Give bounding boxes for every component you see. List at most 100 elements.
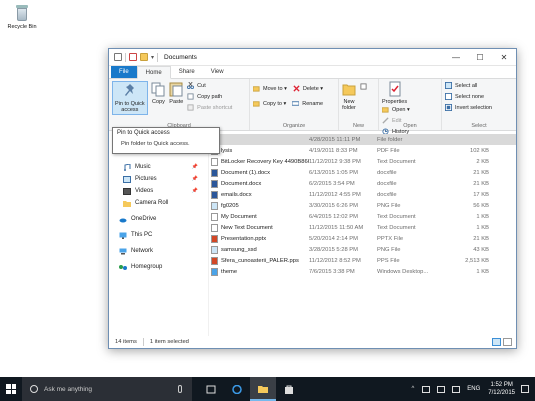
edge-button[interactable] (224, 377, 250, 401)
paste-shortcut-button[interactable]: Paste shortcut (187, 103, 232, 112)
file-row[interactable]: Presentation.pptx 5/20/2014 2:14 PM PPTX F… (209, 233, 516, 244)
rename-button[interactable]: Rename (292, 99, 323, 108)
nav-item-this-pc[interactable]: This PC (109, 229, 208, 241)
file-row[interactable]: theme 7/6/2015 3:38 PM Windows Desktop... 1… (209, 266, 516, 277)
file-name: Presentation.pptx (221, 235, 267, 242)
file-size: 2 KB (476, 158, 489, 165)
nav-item-pictures[interactable]: Pictures 📌 (109, 173, 208, 185)
start-button[interactable] (0, 377, 22, 401)
file-row[interactable]: New Text Document 11/12/2015 11:50 AM Text… (209, 222, 516, 233)
file-date: 7/6/2015 3:38 PM (309, 268, 355, 275)
file-row[interactable]: Document (1).docx 6/13/2015 1:05 PM docxfi… (209, 167, 516, 178)
nav-item-videos[interactable]: Videos 📌 (109, 185, 208, 197)
file-type: PPS File (377, 257, 400, 264)
file-name-cell: New Text Document (209, 223, 309, 232)
network-tray-icon[interactable] (437, 385, 446, 393)
file-name-cell: fg0205 (209, 201, 309, 210)
recycle-bin-label: Recycle Bin (7, 24, 37, 30)
delete-button[interactable]: Delete ▾ (293, 84, 323, 93)
tab-share[interactable]: Share (171, 66, 203, 78)
select-none-button[interactable]: Select none (445, 92, 492, 101)
paste-button[interactable]: Paste (169, 81, 183, 105)
file-type-icon (211, 212, 218, 221)
nav-item-camera-roll[interactable]: Camera Roll (109, 197, 208, 209)
cut-button[interactable]: Cut (187, 81, 232, 90)
new-item-icon[interactable] (360, 83, 367, 90)
homegroup-icon (119, 264, 127, 270)
close-button[interactable]: ✕ (492, 49, 516, 65)
file-row[interactable]: lysis 4/19/2011 8:33 PM PDF File 102 KB (209, 145, 516, 156)
details-view-icon[interactable] (492, 338, 501, 346)
tab-home[interactable]: Home (136, 66, 171, 79)
action-center-icon[interactable] (521, 385, 529, 393)
show-hidden-icons-icon[interactable]: ^ (411, 386, 414, 392)
recycle-bin-desktop-icon[interactable]: Recycle Bin (4, 4, 40, 30)
file-row[interactable]: 4/28/2015 11:11 PM File folder (209, 134, 516, 145)
clipboard-group: Pin to Quick access Copy Paste Cut Copy … (109, 79, 250, 130)
invert-selection-icon (445, 104, 452, 111)
scissors-icon (187, 82, 195, 89)
select-all-button[interactable]: Select all (445, 81, 492, 90)
tab-view[interactable]: View (203, 66, 232, 78)
copy-to-button[interactable]: Copy to ▾ (253, 99, 286, 108)
clock-time: 1:52 PM (490, 382, 513, 388)
volume-icon[interactable] (452, 385, 461, 393)
file-name: samsung_ssd (221, 246, 257, 253)
nav-item-homegroup[interactable]: Homegroup (109, 261, 208, 273)
file-date: 6/13/2015 1:05 PM (309, 169, 358, 176)
move-to-button[interactable]: Move to ▾ (253, 84, 287, 93)
file-type-icon (211, 179, 218, 188)
new-folder-qat-icon[interactable] (140, 53, 148, 61)
open-button[interactable]: Open ▾ (382, 105, 410, 114)
task-view-button[interactable] (198, 377, 224, 401)
file-row[interactable]: BitLocker Recovery Key 4490B866-1D42-4..… (209, 156, 516, 167)
file-name: Document.docx (221, 180, 262, 187)
status-bar: 14 items 1 item selected (109, 336, 516, 348)
paste-icon (169, 82, 183, 97)
store-button[interactable] (276, 377, 302, 401)
copy-button[interactable]: Copy (151, 81, 165, 105)
microphone-icon[interactable] (178, 385, 182, 393)
large-icons-view-icon[interactable] (503, 338, 512, 346)
file-type: docxfile (377, 191, 397, 198)
pinned-icon: 📌 (191, 176, 198, 182)
copy-path-button[interactable]: Copy path (187, 92, 232, 101)
clock[interactable]: 1:52 PM 7/12/2015 (488, 381, 515, 397)
properties-icon (389, 81, 401, 97)
file-type-icon (211, 256, 218, 265)
file-explorer-button[interactable] (250, 377, 276, 401)
file-type: PNG File (377, 246, 401, 253)
new-folder-button[interactable]: New folder (342, 81, 356, 111)
taskbar-apps (198, 377, 302, 401)
file-row[interactable]: Document.docx 6/2/2015 3:54 PM docxfile 21 … (209, 178, 516, 189)
properties-qat-icon[interactable] (114, 53, 122, 61)
input-language[interactable]: ENG (467, 386, 480, 392)
file-row[interactable]: My Document 6/4/2015 12:02 PM Text Documen… (209, 211, 516, 222)
nav-item-network[interactable]: Network (109, 245, 208, 257)
file-name-cell: Sfera_cunoasterii_PALER.pps (209, 256, 309, 265)
file-row[interactable]: Sfera_cunoasterii_PALER.pps 11/12/2012 8:… (209, 255, 516, 266)
maximize-button[interactable]: ☐ (468, 49, 492, 65)
file-type-icon (211, 223, 218, 232)
minimize-button[interactable]: — (444, 49, 468, 65)
file-row[interactable]: emails.docx 11/12/2012 4:55 PM docxfile 17 … (209, 189, 516, 200)
file-date: 4/19/2011 8:33 PM (309, 147, 358, 154)
file-type: Text Document (377, 213, 416, 220)
properties-button[interactable]: Properties (382, 81, 407, 105)
checkbox-qat-icon[interactable] (129, 53, 137, 61)
invert-selection-button[interactable]: Invert selection (445, 103, 492, 112)
pin-to-quick-access-button[interactable]: Pin to Quick access (112, 81, 148, 115)
cortana-search-box[interactable]: Ask me anything (22, 377, 192, 401)
battery-icon[interactable] (422, 385, 431, 393)
paste-shortcut-icon (187, 104, 194, 111)
videos-icon (123, 187, 131, 195)
nav-item-music[interactable]: Music 📌 (109, 161, 208, 173)
file-row[interactable]: samsung_ssd 3/28/2015 5:28 PM PNG File 43 K… (209, 244, 516, 255)
open-group-label: Open (403, 123, 417, 129)
nav-item-onedrive[interactable]: OneDrive (109, 213, 208, 225)
file-row[interactable]: fg0205 3/30/2015 6:26 PM PNG File 56 KB (209, 200, 516, 211)
tab-file[interactable]: File (111, 66, 137, 78)
open-icon (382, 107, 389, 113)
qat-dropdown-icon[interactable]: ▾ (151, 54, 154, 61)
item-count: 14 items (115, 339, 137, 345)
